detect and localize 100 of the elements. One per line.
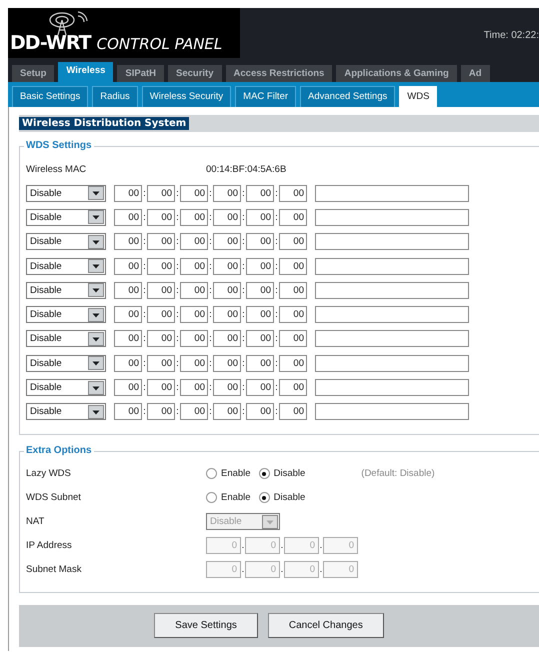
- sub-tab[interactable]: Radius: [92, 86, 138, 107]
- colon-separator: :: [142, 358, 147, 369]
- mode-select[interactable]: Disable: [26, 258, 106, 275]
- mac-field[interactable]: 00: [213, 354, 241, 372]
- mac-field[interactable]: 00: [147, 330, 175, 348]
- mac-field[interactable]: 00: [114, 306, 142, 324]
- mac-field[interactable]: 00: [246, 258, 274, 275]
- mode-select[interactable]: Disable: [26, 208, 106, 226]
- mac-field[interactable]: 00: [246, 208, 274, 226]
- mac-field[interactable]: 00: [246, 282, 274, 299]
- radio-option[interactable]: Enable: [206, 492, 251, 504]
- mac-field[interactable]: 00: [279, 403, 307, 420]
- mac-field[interactable]: 00: [246, 233, 274, 250]
- mac-field[interactable]: 00: [114, 258, 142, 275]
- mac-field[interactable]: 00: [180, 379, 208, 396]
- mac-field[interactable]: 00: [114, 354, 142, 372]
- mac-field[interactable]: 00: [213, 379, 241, 396]
- mac-field[interactable]: 00: [246, 354, 274, 372]
- mac-field[interactable]: 00: [246, 379, 274, 396]
- description-field[interactable]: [315, 184, 469, 202]
- mac-field[interactable]: 00: [147, 208, 175, 226]
- mac-field[interactable]: 00: [147, 258, 175, 275]
- mac-field[interactable]: 00: [279, 233, 307, 250]
- mac-field[interactable]: 00: [114, 330, 142, 348]
- mac-field[interactable]: 00: [114, 208, 142, 226]
- mode-select[interactable]: Disable: [26, 379, 106, 396]
- description-field[interactable]: [315, 208, 469, 226]
- mac-field[interactable]: 00: [180, 233, 208, 250]
- mac-field[interactable]: 00: [279, 258, 307, 275]
- mac-field[interactable]: 00: [180, 306, 208, 324]
- description-field[interactable]: [315, 306, 469, 324]
- mac-field[interactable]: 00: [279, 379, 307, 396]
- sub-tab[interactable]: WDS: [399, 86, 438, 107]
- mac-field[interactable]: 00: [213, 208, 241, 226]
- mac-field[interactable]: 00: [147, 282, 175, 299]
- mac-field[interactable]: 00: [147, 306, 175, 324]
- mac-field[interactable]: 00: [180, 330, 208, 348]
- mode-select[interactable]: Disable: [26, 282, 106, 299]
- description-field[interactable]: [315, 233, 469, 250]
- description-field[interactable]: [315, 379, 469, 396]
- mac-field[interactable]: 00: [213, 330, 241, 348]
- main-tab[interactable]: Ad: [460, 65, 490, 82]
- mac-field[interactable]: 00: [246, 184, 274, 202]
- sub-tab[interactable]: Basic Settings: [12, 86, 88, 107]
- mac-field[interactable]: 00: [246, 330, 274, 348]
- main-tab[interactable]: Security: [168, 65, 222, 82]
- main-tab[interactable]: Access Restrictions: [226, 65, 332, 82]
- radio-option[interactable]: Disable: [258, 492, 306, 504]
- description-field[interactable]: [315, 258, 469, 275]
- mac-field[interactable]: 00: [213, 233, 241, 250]
- mode-select[interactable]: Disable: [26, 306, 106, 324]
- mac-field[interactable]: 00: [180, 403, 208, 420]
- description-field[interactable]: [315, 354, 469, 372]
- mac-field[interactable]: 00: [147, 379, 175, 396]
- sub-tab[interactable]: MAC Filter: [235, 86, 296, 107]
- mac-field[interactable]: 00: [147, 403, 175, 420]
- mac-field[interactable]: 00: [114, 282, 142, 299]
- radio-option[interactable]: Enable: [206, 468, 251, 480]
- sub-tab[interactable]: Wireless Security: [142, 86, 232, 107]
- mac-field[interactable]: 00: [180, 184, 208, 202]
- description-field[interactable]: [315, 403, 469, 420]
- action-button[interactable]: Cancel Changes: [268, 613, 384, 638]
- mac-field[interactable]: 00: [180, 258, 208, 275]
- mac-field[interactable]: 00: [246, 403, 274, 420]
- radio-option[interactable]: Disable: [258, 468, 306, 480]
- mac-field[interactable]: 00: [147, 184, 175, 202]
- mac-field[interactable]: 00: [180, 208, 208, 226]
- mac-field[interactable]: 00: [279, 354, 307, 372]
- mac-field[interactable]: 00: [213, 306, 241, 324]
- mode-select[interactable]: Disable: [26, 354, 106, 372]
- mac-field[interactable]: 00: [279, 306, 307, 324]
- mac-field[interactable]: 00: [114, 184, 142, 202]
- sub-tab[interactable]: Advanced Settings: [300, 86, 396, 107]
- mac-field[interactable]: 00: [279, 282, 307, 299]
- mac-field[interactable]: 00: [147, 233, 175, 250]
- mac-field[interactable]: 00: [213, 184, 241, 202]
- description-field[interactable]: [315, 330, 469, 348]
- mac-field[interactable]: 00: [114, 233, 142, 250]
- mac-field[interactable]: 00: [147, 354, 175, 372]
- description-field[interactable]: [315, 282, 469, 299]
- mode-select[interactable]: Disable: [26, 330, 106, 348]
- mode-select[interactable]: Disable: [26, 403, 106, 420]
- main-tab[interactable]: SIPatH: [117, 65, 164, 82]
- mac-field[interactable]: 00: [180, 282, 208, 299]
- mac-field[interactable]: 00: [180, 354, 208, 372]
- mac-field[interactable]: 00: [279, 330, 307, 348]
- mac-field[interactable]: 00: [213, 258, 241, 275]
- mac-field[interactable]: 00: [279, 184, 307, 202]
- mac-field[interactable]: 00: [213, 282, 241, 299]
- mode-select[interactable]: Disable: [26, 233, 106, 250]
- mac-field[interactable]: 00: [279, 208, 307, 226]
- action-button[interactable]: Save Settings: [154, 613, 258, 638]
- main-tab[interactable]: Applications & Gaming: [336, 65, 457, 82]
- mac-field[interactable]: 00: [246, 306, 274, 324]
- main-tab[interactable]: Setup: [12, 65, 54, 82]
- main-tab[interactable]: Wireless: [58, 62, 114, 82]
- mac-field[interactable]: 00: [114, 379, 142, 396]
- mac-field[interactable]: 00: [213, 403, 241, 420]
- mac-field[interactable]: 00: [114, 403, 142, 420]
- mode-select[interactable]: Disable: [26, 184, 106, 202]
